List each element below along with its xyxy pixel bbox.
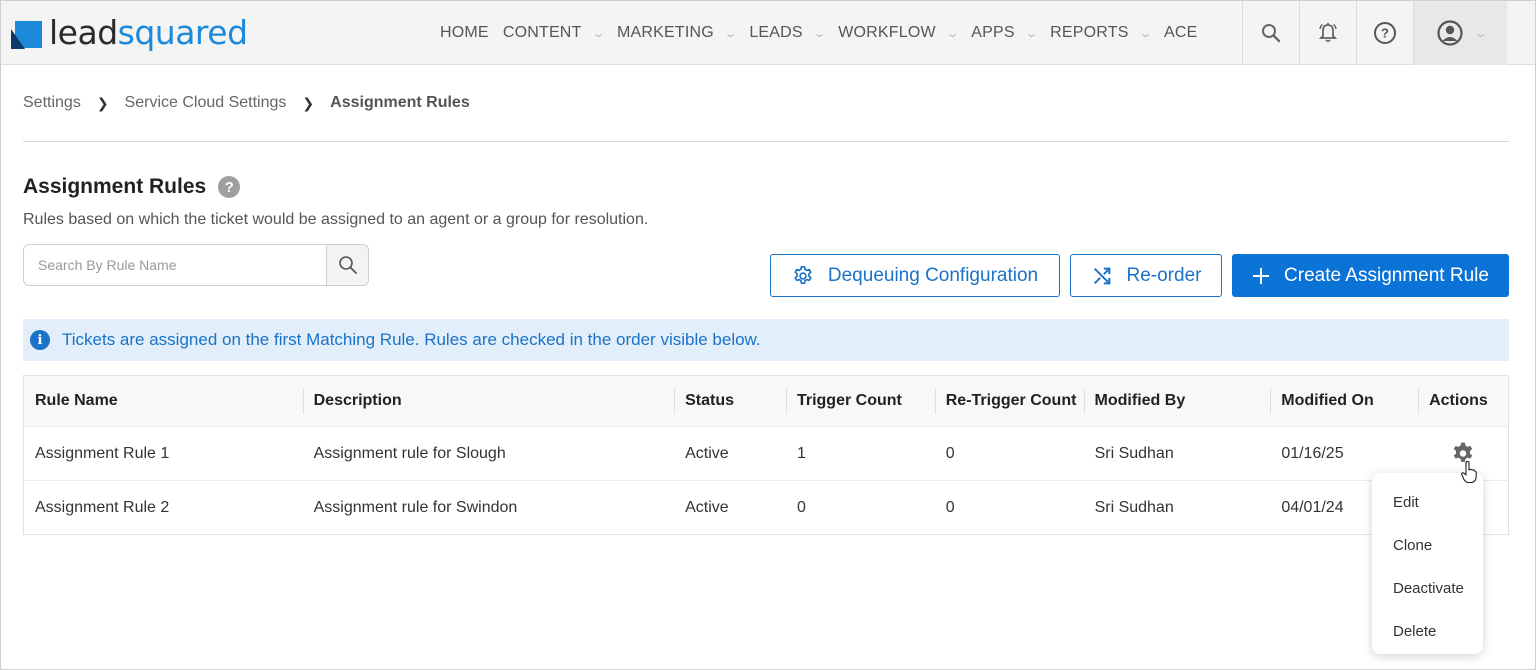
create-assignment-rule-label: Create Assignment Rule xyxy=(1284,264,1489,286)
table-row[interactable]: Assignment Rule 2 Assignment rule for Sw… xyxy=(24,480,1508,534)
reorder-label: Re-order xyxy=(1126,264,1202,286)
logo-mark-icon xyxy=(11,17,43,49)
menu-item-edit[interactable]: Edit xyxy=(1372,481,1483,524)
table-row[interactable]: Assignment Rule 1 Assignment rule for Sl… xyxy=(24,426,1508,480)
chevron-down-icon: ⌄ xyxy=(723,27,738,40)
help-icon: ? xyxy=(1374,22,1396,44)
description-cell: Assignment rule for Slough xyxy=(313,444,506,462)
nav-item-reports[interactable]: REPORTS ⌄ xyxy=(1043,1,1157,65)
nav-item-apps[interactable]: APPS ⌄ xyxy=(964,1,1043,65)
shuffle-icon xyxy=(1091,265,1113,287)
retrigger-count-cell: 0 xyxy=(945,498,955,516)
breadcrumb-assignment-rules: Assignment Rules xyxy=(330,94,470,111)
chevron-down-icon: ⌄ xyxy=(1024,27,1039,40)
column-header-rule-name[interactable]: Rule Name xyxy=(24,376,303,426)
retrigger-count-cell: 0 xyxy=(945,444,955,462)
create-assignment-rule-button[interactable]: Create Assignment Rule xyxy=(1232,254,1509,297)
page-subtitle: Rules based on which the ticket would be… xyxy=(23,211,649,228)
chevron-down-icon: ⌄ xyxy=(812,27,827,40)
column-header-retrigger-count[interactable]: Re-Trigger Count xyxy=(934,376,1084,426)
divider xyxy=(23,141,1509,142)
row-actions-menu: Edit Clone Deactivate Delete xyxy=(1372,473,1483,654)
info-banner: i Tickets are assigned on the first Matc… xyxy=(23,319,1509,361)
hand-cursor-icon xyxy=(1461,460,1477,484)
dequeuing-configuration-label: Dequeuing Configuration xyxy=(827,264,1039,286)
gear-icon xyxy=(792,265,814,287)
status-cell: Active xyxy=(685,498,729,516)
description-cell: Assignment rule for Swindon xyxy=(313,498,518,516)
nav-utility-icons: ? ⌄ xyxy=(1242,1,1507,65)
page-title: Assignment Rules ? xyxy=(23,175,241,199)
rule-name-cell: Assignment Rule 2 xyxy=(35,498,170,516)
search-button[interactable] xyxy=(326,245,368,285)
trigger-count-cell: 1 xyxy=(796,444,806,462)
search-icon xyxy=(1262,24,1281,43)
info-icon: i xyxy=(30,330,50,350)
nav-item-content[interactable]: CONTENT ⌄ xyxy=(496,1,610,65)
nav-item-ace[interactable]: ACE xyxy=(1157,1,1205,65)
leadsquared-logo[interactable]: leadsquared xyxy=(11,15,248,51)
nav-item-workflow[interactable]: WORKFLOW ⌄ xyxy=(831,1,964,65)
reorder-button[interactable]: Re-order xyxy=(1070,254,1222,297)
user-profile-menu[interactable]: ⌄ xyxy=(1413,1,1507,65)
top-navigation-bar: leadsquared HOME CONTENT ⌄ MARKETING ⌄ LEA… xyxy=(1,1,1535,65)
bell-icon xyxy=(1318,23,1338,43)
main-nav: HOME CONTENT ⌄ MARKETING ⌄ LEADS ⌄ WORKFLOW… xyxy=(433,1,1205,65)
rule-name-cell: Assignment Rule 1 xyxy=(35,444,170,462)
help-circle-icon[interactable]: ? xyxy=(218,176,241,198)
modified-by-cell: Sri Sudhan xyxy=(1094,444,1174,462)
dequeuing-configuration-button[interactable]: Dequeuing Configuration xyxy=(770,254,1060,297)
menu-item-clone[interactable]: Clone xyxy=(1372,524,1483,567)
trigger-count-cell: 0 xyxy=(796,498,806,516)
chevron-down-icon: ⌄ xyxy=(1473,27,1488,40)
chevron-down-icon: ⌄ xyxy=(945,27,960,40)
breadcrumb-settings[interactable]: Settings xyxy=(23,94,81,112)
column-header-status[interactable]: Status xyxy=(674,376,786,426)
logo-text: leadsquared xyxy=(49,13,248,52)
column-header-description[interactable]: Description xyxy=(302,376,674,426)
nav-item-home[interactable]: HOME xyxy=(433,1,496,65)
assignment-rules-table: Rule Name Description Status Trigger Cou… xyxy=(23,375,1509,535)
search-input[interactable] xyxy=(24,245,326,285)
search-icon xyxy=(338,256,357,274)
modified-by-cell: Sri Sudhan xyxy=(1094,498,1174,516)
column-header-modified-on[interactable]: Modified On xyxy=(1270,376,1418,426)
chevron-right-icon: ❯ xyxy=(302,94,315,111)
info-banner-text: Tickets are assigned on the first Matchi… xyxy=(62,330,761,349)
nav-item-leads[interactable]: LEADS ⌄ xyxy=(742,1,831,65)
help-button[interactable]: ? xyxy=(1356,1,1413,65)
menu-item-delete[interactable]: Delete xyxy=(1372,610,1483,653)
global-search-button[interactable] xyxy=(1242,1,1299,65)
svg-text:?: ? xyxy=(1381,26,1389,41)
page-title-text: Assignment Rules xyxy=(23,175,207,198)
notifications-button[interactable] xyxy=(1299,1,1356,65)
breadcrumb: Settings ❯ Service Cloud Settings ❯ Assi… xyxy=(23,94,470,112)
chevron-right-icon: ❯ xyxy=(96,94,109,111)
chevron-down-icon: ⌄ xyxy=(1138,27,1153,40)
rule-search xyxy=(23,244,369,286)
plus-icon xyxy=(1252,267,1270,285)
nav-item-marketing[interactable]: MARKETING ⌄ xyxy=(610,1,742,65)
chevron-down-icon: ⌄ xyxy=(591,27,606,40)
column-header-modified-by[interactable]: Modified By xyxy=(1083,376,1271,426)
menu-item-deactivate[interactable]: Deactivate xyxy=(1372,567,1483,610)
breadcrumb-service-cloud-settings[interactable]: Service Cloud Settings xyxy=(125,94,287,112)
status-cell: Active xyxy=(685,444,729,462)
column-header-trigger-count[interactable]: Trigger Count xyxy=(785,376,935,426)
user-profile-icon xyxy=(1437,20,1463,46)
column-header-actions: Actions xyxy=(1418,376,1508,426)
table-header: Rule Name Description Status Trigger Cou… xyxy=(24,376,1508,426)
